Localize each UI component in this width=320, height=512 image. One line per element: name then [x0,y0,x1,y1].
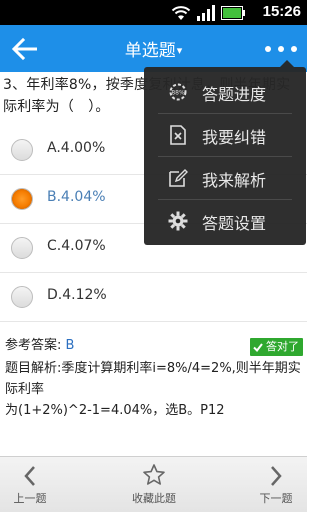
question-type-selector[interactable]: 单选题▾ [0,36,307,61]
next-question-button[interactable]: 下一题 [246,457,306,512]
option-label: C.4.07% [47,238,106,254]
menu-item-label: 我来解析 [202,171,267,190]
radio-button[interactable] [11,237,33,259]
check-icon [253,342,263,352]
radio-button[interactable] [11,286,33,308]
menu-item-report-error[interactable]: 我要纠错 [144,114,306,156]
analysis-line: 题目解析:季度计算期利率i=8%/4=2%,则半年期实际利率 [5,361,301,397]
chevron-left-icon [22,457,38,487]
correct-badge: 答对了 [250,338,303,356]
page-title: 单选题 [124,41,176,61]
status-bar: 15:26 [0,0,307,25]
chevron-right-icon [268,457,284,487]
option-d[interactable]: D.4.12% [0,273,307,322]
progress-icon: 88% [168,82,188,102]
favorite-label: 收藏此题 [132,492,176,505]
badge-label: 答对了 [266,340,299,353]
answer-value: B [65,338,75,353]
gear-icon [168,211,188,231]
edit-icon [168,168,188,188]
prev-question-button[interactable]: 上一题 [2,457,58,512]
menu-item-label: 答题设置 [202,214,267,233]
overflow-menu: 88% 答题进度 我要纠错 我来解析 答题设置 [144,60,306,245]
prev-label: 上一题 [13,492,47,505]
report-error-icon [168,125,188,145]
menu-item-label: 答题进度 [202,85,267,104]
analysis-line: 为(1+2%)^2-1=4.04%，选B。P12 [5,403,225,418]
answer-analysis: 题目解析:季度计算期利率i=8%/4=2%,则半年期实际利率 为(1+2%)^2… [5,358,303,421]
more-dot-icon [278,46,284,52]
menu-item-explain[interactable]: 我来解析 [144,157,306,199]
radio-button[interactable] [11,139,33,161]
option-label: D.4.12% [47,287,107,303]
svg-text:88%: 88% [171,90,185,97]
favorite-button[interactable]: 收藏此题 [112,457,196,512]
app-bar: 单选题▾ [0,25,307,72]
more-dot-icon [291,46,297,52]
menu-item-progress[interactable]: 88% 答题进度 [144,71,306,113]
menu-item-label: 我要纠错 [202,128,267,147]
more-options-button[interactable] [265,39,297,59]
answer-prefix: 参考答案: [5,338,66,353]
wifi-icon [171,5,191,21]
status-time: 15:26 [262,3,301,20]
status-icons [171,4,245,21]
option-label: B.4.04% [47,189,106,205]
battery-icon [221,5,245,20]
menu-item-settings[interactable]: 答题设置 [144,200,306,242]
menu-pointer [280,60,294,67]
screen: 15:26 单选题▾ 3、年利率8%，按季度复利计息，则半年期实际利率为（ ）。… [0,0,307,512]
more-dot-icon [265,46,271,52]
option-label: A.4.00% [47,140,106,156]
chevron-down-icon: ▾ [176,44,183,57]
bottom-nav: 上一题 收藏此题 下一题 [0,456,307,512]
star-icon [142,457,166,487]
signal-icon [196,4,216,21]
next-label: 下一题 [259,492,293,505]
reference-answer: 参考答案: B [5,334,74,353]
radio-button-selected[interactable] [11,188,33,210]
